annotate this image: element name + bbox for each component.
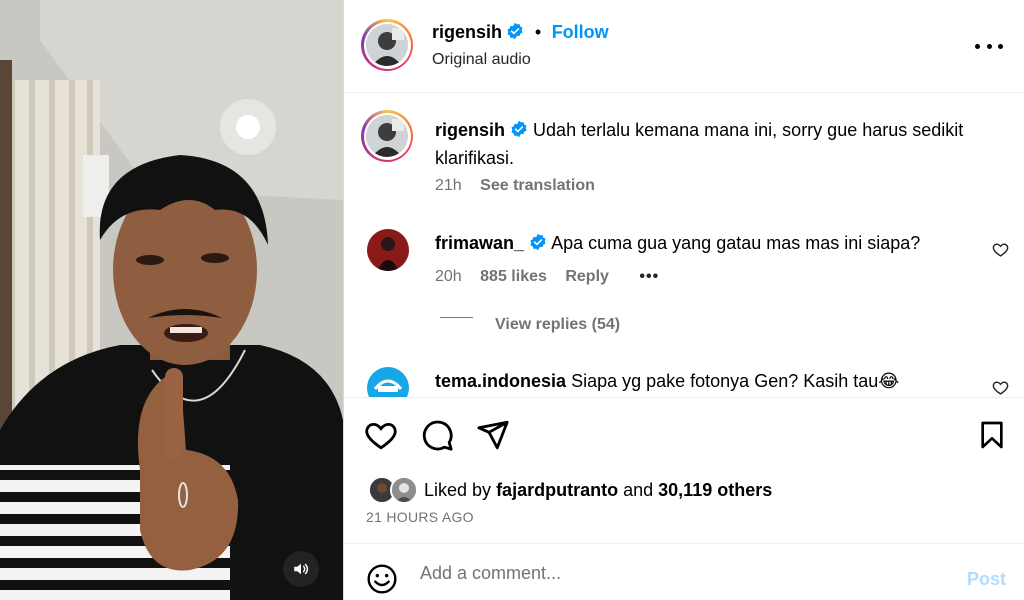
comment-bubble-icon[interactable] bbox=[420, 418, 454, 452]
caption-time[interactable]: 21h bbox=[435, 177, 462, 194]
verified-badge-icon bbox=[510, 119, 528, 145]
save-bookmark-icon[interactable] bbox=[976, 418, 1008, 452]
comment-body: Apa cuma gua yang gatau mas mas ini siap… bbox=[551, 233, 921, 253]
liked-by-others[interactable]: 30,119 others bbox=[658, 480, 772, 500]
author-username[interactable]: rigensih bbox=[432, 22, 502, 42]
speaker-icon bbox=[294, 563, 309, 575]
comment-likes-count[interactable]: 885 likes bbox=[480, 268, 547, 285]
comment-meta: 20h 885 likes Reply ••• bbox=[435, 268, 659, 286]
verified-badge-icon bbox=[506, 22, 524, 45]
post-comment-button[interactable]: Post bbox=[967, 569, 1006, 590]
like-heart-icon[interactable] bbox=[364, 418, 398, 452]
avatar-image bbox=[366, 24, 408, 66]
liked-by-text: Liked by fajardputranto and 30,119 other… bbox=[424, 480, 772, 501]
comments-list[interactable]: rigensih Udah terlalu kemana mana ini, s… bbox=[344, 94, 1024, 397]
post-media[interactable] bbox=[0, 0, 343, 600]
more-horizontal-icon bbox=[975, 43, 980, 49]
verified-badge-icon bbox=[529, 232, 547, 258]
liked-by-prefix: Liked by bbox=[424, 480, 492, 500]
follow-button[interactable]: Follow bbox=[552, 22, 609, 42]
video-frame bbox=[0, 0, 343, 600]
comment-text: tema.indonesia Siapa yg pake fotonya Gen… bbox=[435, 368, 975, 394]
share-paper-plane-icon[interactable] bbox=[476, 418, 510, 452]
comment-options-icon[interactable]: ••• bbox=[639, 268, 659, 285]
liked-by-user[interactable]: fajardputranto bbox=[496, 480, 618, 500]
liked-by-and: and bbox=[623, 480, 654, 500]
view-replies-button[interactable]: View replies (54) bbox=[495, 316, 620, 334]
comment-username[interactable]: frimawan_ bbox=[435, 233, 524, 253]
post-header: rigensih • Follow Original audio bbox=[344, 0, 1024, 93]
author-avatar[interactable] bbox=[361, 19, 413, 71]
replies-divider bbox=[440, 317, 473, 318]
reply-button[interactable]: Reply bbox=[565, 268, 609, 285]
comment-like-heart-icon[interactable] bbox=[992, 379, 1009, 396]
post-actions: Liked by fajardputranto and 30,119 other… bbox=[344, 397, 1024, 543]
comment-avatar[interactable] bbox=[367, 367, 409, 397]
post-timestamp[interactable]: 21 HOURS AGO bbox=[366, 509, 474, 525]
audio-link[interactable]: Original audio bbox=[432, 51, 531, 69]
comment-username[interactable]: tema.indonesia bbox=[435, 371, 566, 391]
caption-meta: 21h See translation bbox=[435, 177, 595, 195]
comment-input[interactable] bbox=[420, 558, 940, 588]
caption-username[interactable]: rigensih bbox=[435, 120, 505, 140]
caption-text: rigensih Udah terlalu kemana mana ini, s… bbox=[435, 117, 1005, 171]
avatar bbox=[390, 476, 418, 504]
comment-avatar[interactable] bbox=[367, 229, 409, 271]
comment-body: Siapa yg pake fotonya Gen? Kasih tau😂 bbox=[571, 371, 900, 391]
comment-like-heart-icon[interactable] bbox=[992, 241, 1009, 258]
header-title-row: rigensih • Follow bbox=[432, 22, 609, 45]
see-translation-button[interactable]: See translation bbox=[480, 177, 595, 194]
comment-text: frimawan_ Apa cuma gua yang gatau mas ma… bbox=[435, 230, 975, 258]
separator-dot: • bbox=[534, 22, 542, 42]
more-options-button[interactable] bbox=[975, 36, 1003, 56]
mute-toggle-button[interactable] bbox=[283, 551, 319, 587]
comment-composer bbox=[344, 543, 1024, 600]
comment-time[interactable]: 20h bbox=[435, 268, 462, 285]
caption-avatar[interactable] bbox=[361, 110, 413, 162]
emoji-smiley-icon[interactable] bbox=[366, 563, 398, 595]
liked-by-avatars[interactable] bbox=[368, 476, 418, 504]
post-info-panel: rigensih • Follow Original audio rigensi… bbox=[343, 0, 1024, 600]
